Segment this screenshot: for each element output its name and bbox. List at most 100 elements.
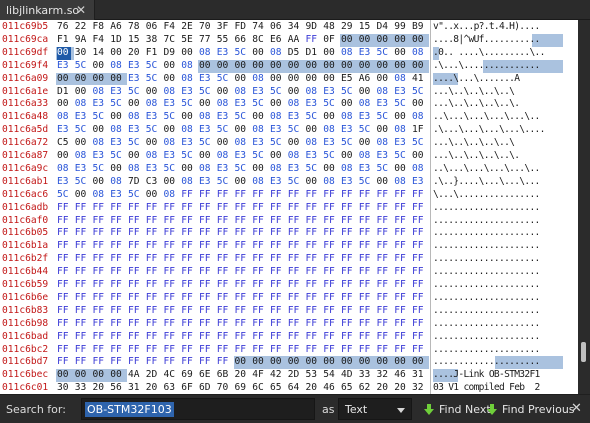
hex-byte[interactable]: FF (217, 344, 233, 357)
hex-byte[interactable]: 5C (252, 98, 268, 111)
hex-byte[interactable]: 08 (235, 137, 251, 150)
hex-byte[interactable]: 08 (412, 47, 428, 60)
hex-byte[interactable]: FF (146, 344, 162, 357)
hex-byte[interactable]: FF (306, 215, 322, 228)
hex-byte[interactable]: 08 (181, 60, 197, 73)
hex-byte[interactable]: FF (288, 279, 304, 292)
hex-byte[interactable]: 08 (359, 150, 375, 163)
hex-byte[interactable]: 15 (128, 34, 144, 47)
hex-byte[interactable]: E3 (377, 150, 393, 163)
hex-byte[interactable]: FF (128, 292, 144, 305)
hex-byte[interactable]: 41 (412, 73, 428, 86)
hex-byte[interactable]: FF (377, 202, 393, 215)
hex-byte[interactable]: B9 (412, 21, 428, 34)
hex-byte[interactable]: 5C (128, 137, 144, 150)
hex-byte[interactable]: 7D (128, 176, 144, 189)
hex-byte[interactable]: 00 (164, 60, 180, 73)
hex-byte[interactable]: 5C (181, 98, 197, 111)
hex-byte[interactable]: FF (217, 215, 233, 228)
hex-byte[interactable]: FF (93, 253, 109, 266)
hex-byte[interactable]: 00 (341, 98, 357, 111)
hex-row[interactable]: 011c69b5 76 22 F8 A6 78 06 F4 2E 70 3F FD 74 06 34 9D 48… (0, 21, 578, 34)
hex-byte[interactable]: FF (235, 344, 251, 357)
hex-byte[interactable]: FF (377, 344, 393, 357)
hex-byte[interactable]: FF (57, 292, 73, 305)
hex-byte[interactable]: FF (306, 227, 322, 240)
hex-byte[interactable]: FF (412, 189, 428, 202)
hex-byte[interactable]: 00 (323, 60, 339, 73)
hex-byte[interactable]: 00 (394, 111, 410, 124)
hex-byte[interactable]: FF (341, 227, 357, 240)
hex-byte[interactable]: FF (164, 279, 180, 292)
hex-byte[interactable]: FF (359, 215, 375, 228)
hex-byte[interactable]: 08 (146, 150, 162, 163)
hex-byte[interactable]: 15 (359, 21, 375, 34)
hex-byte[interactable]: 5C (341, 137, 357, 150)
hex-byte[interactable]: FF (75, 215, 91, 228)
hex-byte[interactable]: 5C (306, 111, 322, 124)
hex-byte[interactable]: 5C (75, 176, 91, 189)
hex-byte[interactable]: 5C (164, 163, 180, 176)
hex-byte[interactable]: FF (75, 227, 91, 240)
hex-byte[interactable]: FF (341, 331, 357, 344)
hex-byte[interactable]: 00 (199, 60, 215, 73)
hex-row[interactable]: 011c6b05 FF FF FF FF FF FF FF FF FF FF FF FF FF FF FF FF… (0, 227, 578, 240)
hex-byte[interactable]: 00 (57, 73, 73, 86)
hex-byte[interactable]: 53 (306, 369, 322, 382)
hex-byte[interactable]: FF (199, 305, 215, 318)
hex-byte[interactable]: FF (252, 215, 268, 228)
hex-byte[interactable]: FF (270, 331, 286, 344)
hex-byte[interactable]: FF (377, 318, 393, 331)
hex-byte[interactable]: E5 (341, 73, 357, 86)
hex-byte[interactable]: 00 (57, 369, 73, 382)
hex-byte[interactable]: FF (164, 266, 180, 279)
hex-byte[interactable]: 4D (341, 369, 357, 382)
hex-byte[interactable]: FF (110, 279, 126, 292)
hex-byte[interactable]: 08 (288, 98, 304, 111)
hex-byte[interactable]: FF (217, 292, 233, 305)
hex-byte[interactable]: 76 (57, 21, 73, 34)
hex-byte[interactable]: FF (252, 227, 268, 240)
hex-byte[interactable]: 00 (252, 47, 268, 60)
hex-byte[interactable]: FF (377, 279, 393, 292)
hex-byte[interactable]: FF (359, 318, 375, 331)
hex-byte[interactable]: E3 (181, 86, 197, 99)
hex-byte[interactable]: 65 (341, 382, 357, 394)
hex-byte[interactable]: 5C (217, 176, 233, 189)
hex-byte[interactable]: 00 (323, 47, 339, 60)
hex-byte[interactable]: FF (57, 266, 73, 279)
hex-byte[interactable]: FF (323, 344, 339, 357)
hex-byte[interactable]: FF (199, 279, 215, 292)
hex-byte[interactable]: 00 (75, 86, 91, 99)
hex-byte[interactable]: 00 (146, 86, 162, 99)
hex-byte[interactable]: 00 (181, 163, 197, 176)
hex-byte[interactable]: FF (323, 266, 339, 279)
hex-byte[interactable]: FF (181, 266, 197, 279)
hex-byte[interactable]: 00 (110, 163, 126, 176)
hex-byte[interactable]: FF (288, 344, 304, 357)
hex-byte[interactable]: FF (306, 292, 322, 305)
hex-row[interactable]: 011c6a72 C5 00 08 E3 5C 00 08 E3 5C 00 08 E3 5C 00 08 E3… (0, 137, 578, 150)
hex-byte[interactable]: 6E (199, 369, 215, 382)
hex-byte[interactable]: E3 (306, 150, 322, 163)
hex-byte[interactable]: E3 (252, 86, 268, 99)
hex-byte[interactable]: FF (146, 356, 162, 369)
hex-byte[interactable]: FF (57, 318, 73, 331)
hex-byte[interactable]: FF (217, 253, 233, 266)
hex-byte[interactable]: FF (306, 305, 322, 318)
hex-byte[interactable]: 00 (394, 356, 410, 369)
hex-byte[interactable]: FF (394, 305, 410, 318)
hex-byte[interactable]: 5C (359, 124, 375, 137)
hex-byte[interactable]: E3 (146, 111, 162, 124)
hex-byte[interactable]: FF (181, 318, 197, 331)
hex-row[interactable]: 011c6a5d E3 5C 00 08 E3 5C 00 08 E3 5C 00 08 E3 5C 00 08… (0, 124, 578, 137)
hex-byte[interactable]: E3 (412, 176, 428, 189)
hex-byte[interactable]: D5 (288, 47, 304, 60)
hex-byte[interactable]: 00 (377, 124, 393, 137)
hex-byte[interactable]: 5C (146, 73, 162, 86)
hex-byte[interactable]: FF (128, 279, 144, 292)
hex-byte[interactable]: FF (377, 253, 393, 266)
hex-byte[interactable]: FF (412, 318, 428, 331)
hex-byte[interactable]: FF (164, 292, 180, 305)
hex-byte[interactable]: 00 (377, 34, 393, 47)
